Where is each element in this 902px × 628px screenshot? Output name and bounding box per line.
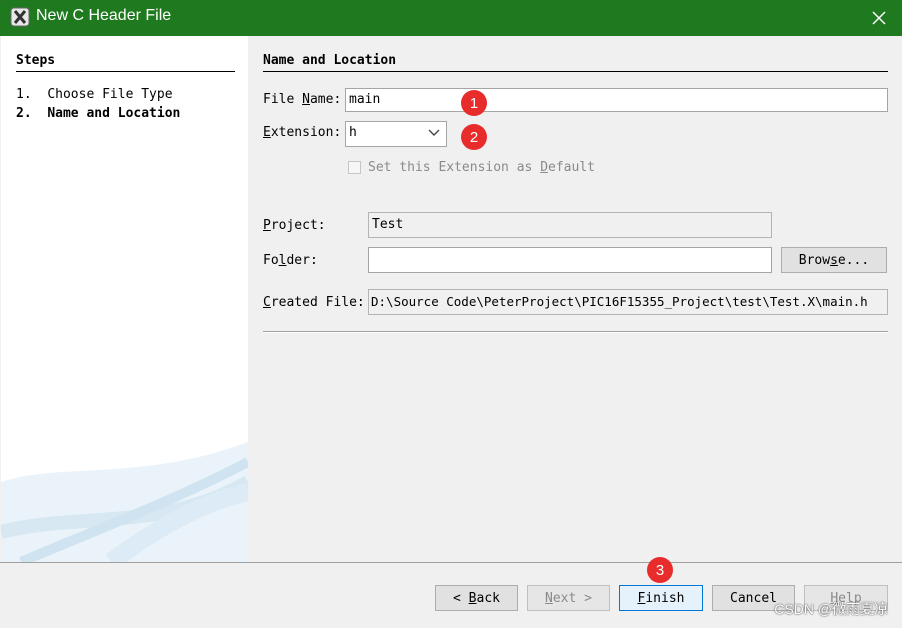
section-title: Name and Location <box>263 53 397 68</box>
label-part: Set this Extension as <box>368 160 541 175</box>
file-name-input[interactable]: main <box>345 88 888 112</box>
close-button[interactable] <box>856 0 902 36</box>
mnemonic: s <box>830 252 838 268</box>
annotation-badge-2: 2 <box>461 124 487 150</box>
close-icon <box>872 11 886 25</box>
file-name-label: File Name: <box>263 92 341 107</box>
label-part: xtension: <box>270 125 342 140</box>
label-part: File <box>263 92 303 107</box>
step-label: Name and Location <box>47 106 181 121</box>
label-part: inish <box>645 590 685 606</box>
label-part: e... <box>837 252 870 268</box>
panel-separator <box>263 331 888 333</box>
mnemonic: E <box>263 125 271 140</box>
label-part: ame: <box>309 92 342 107</box>
next-arrow-icon: > <box>584 590 592 606</box>
mnemonic: N <box>302 92 310 107</box>
label-part: reated File: <box>270 295 365 310</box>
browse-button[interactable]: Brow s e... <box>781 247 887 273</box>
label-part: Brow <box>798 252 831 268</box>
project-label: Project: <box>263 218 326 233</box>
mnemonic: F <box>637 590 646 606</box>
mnemonic: D <box>540 160 549 175</box>
window-title: New C Header File <box>36 7 172 24</box>
back-button[interactable]: < Back <box>435 585 518 611</box>
finish-button[interactable]: Finish <box>619 585 703 611</box>
mnemonic: B <box>468 590 477 606</box>
next-button[interactable]: Next > <box>527 585 610 611</box>
mnemonic: P <box>263 218 271 233</box>
extension-value: h <box>349 125 357 140</box>
label-part: roject: <box>270 218 326 233</box>
step-label: Choose File Type <box>47 87 173 102</box>
set-default-label: Set this Extension as Default <box>368 160 595 175</box>
netbeans-x-icon <box>10 7 30 27</box>
mnemonic: C <box>263 295 271 310</box>
step-number: 1. <box>16 87 32 102</box>
annotation-badge-3: 3 <box>647 557 673 583</box>
title-bar: New C Header File <box>0 0 902 36</box>
set-default-checkbox[interactable] <box>348 161 361 174</box>
chevron-down-icon <box>428 129 440 136</box>
label-part: ack <box>476 590 500 606</box>
folder-label: Folder: <box>263 253 318 268</box>
created-file-label: Created File: <box>263 295 365 310</box>
annotation-badge-1: 1 <box>461 90 487 116</box>
project-field: Test <box>368 212 772 238</box>
step-choose-file-type: 1. Choose File Type <box>16 87 173 102</box>
name-location-panel: Name and Location File Name: main Extens… <box>248 36 902 562</box>
step-number: 2. <box>16 106 32 121</box>
folder-input[interactable] <box>368 247 772 273</box>
mnemonic: N <box>545 590 553 606</box>
label-part: Fo <box>263 253 279 268</box>
watermark: CSDN @微雨夏凉 <box>774 601 888 617</box>
section-divider <box>263 71 888 72</box>
label-part: ext <box>552 590 577 606</box>
steps-panel: Steps 1. Choose File Type 2. Name and Lo… <box>1 36 248 562</box>
wizard-decoration <box>1 442 248 562</box>
steps-divider <box>16 71 235 72</box>
label-part: der: <box>286 253 318 268</box>
created-file-field: D:\Source Code\PeterProject\PIC16F15355_… <box>368 289 888 315</box>
step-name-and-location: 2. Name and Location <box>16 106 180 121</box>
back-arrow-icon: < <box>453 590 461 606</box>
steps-title: Steps <box>16 53 56 68</box>
label-part: efault <box>548 160 595 175</box>
extension-label: Extension: <box>263 125 341 140</box>
extension-select[interactable]: h <box>345 121 447 147</box>
